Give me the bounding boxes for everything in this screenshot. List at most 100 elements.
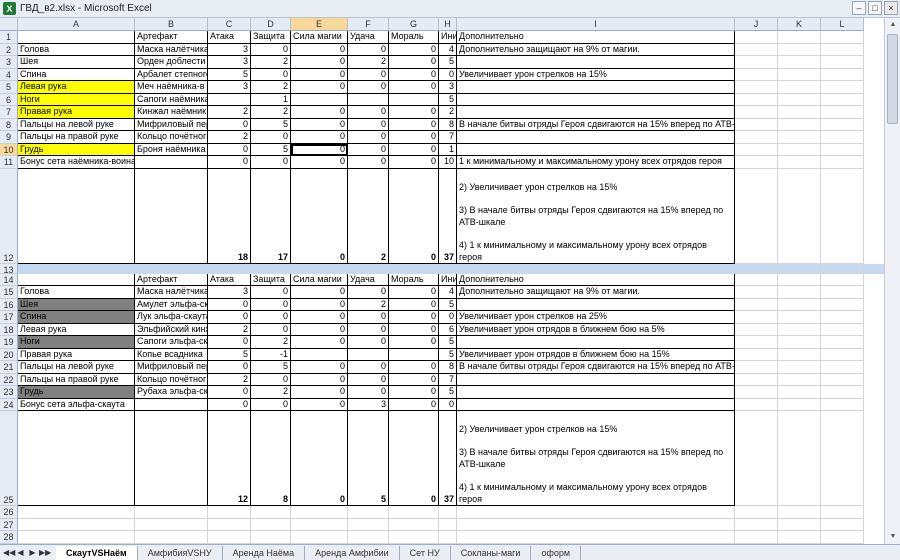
table-cell-e[interactable]: 0 — [291, 56, 348, 69]
scroll-up-icon[interactable]: ▲ — [885, 18, 900, 32]
total-cell-c[interactable]: 18 — [208, 168, 251, 264]
table-cell-i[interactable]: В начале битвы отряды Героя сдвигаются н… — [457, 118, 735, 131]
table-cell-a[interactable]: Грудь — [18, 143, 135, 156]
empty-cell[interactable] — [208, 518, 251, 531]
empty-cell[interactable] — [735, 68, 778, 81]
table-cell-c[interactable]: 2 — [208, 106, 251, 119]
table-cell-e[interactable]: 0 — [291, 118, 348, 131]
table-cell-e[interactable]: 0 — [291, 398, 348, 411]
empty-cell[interactable] — [251, 506, 291, 519]
table-cell-d[interactable]: 5 — [251, 143, 291, 156]
total-cell-a[interactable] — [18, 411, 135, 506]
empty-cell[interactable] — [389, 506, 439, 519]
sheet-tab[interactable]: Сокланы-маги — [451, 545, 532, 560]
total-cell-h[interactable]: 37 — [439, 168, 457, 264]
table-cell-g[interactable]: 0 — [389, 286, 439, 299]
table-cell-f[interactable]: 0 — [348, 386, 389, 399]
column-header-e[interactable]: E — [291, 18, 348, 31]
row-header-24[interactable]: 24 — [0, 398, 18, 411]
table-cell-f[interactable]: 0 — [348, 68, 389, 81]
table-cell-b[interactable]: Орден доблести — [135, 56, 208, 69]
table-cell-c[interactable]: 3 — [208, 81, 251, 94]
empty-cell[interactable] — [439, 531, 457, 544]
empty-cell[interactable] — [735, 273, 778, 286]
vertical-scrollbar[interactable]: ▲ ▼ — [884, 18, 900, 544]
section2-header-i[interactable]: Дополнительно — [457, 273, 735, 286]
table-cell-d[interactable]: -1 — [251, 348, 291, 361]
column-header-h[interactable]: H — [439, 18, 457, 31]
table-cell-d[interactable]: 2 — [251, 106, 291, 119]
table-cell-d[interactable]: 0 — [251, 156, 291, 169]
table-cell-a[interactable]: Бонус сета наёмника-воина — [18, 156, 135, 169]
table-cell-a[interactable]: Спина — [18, 68, 135, 81]
empty-cell[interactable] — [135, 506, 208, 519]
empty-cell[interactable] — [778, 531, 821, 544]
empty-cell[interactable] — [778, 286, 821, 299]
row-header-2[interactable]: 2 — [0, 43, 18, 56]
row-header-20[interactable]: 20 — [0, 348, 18, 361]
table-cell-g[interactable] — [389, 348, 439, 361]
empty-cell[interactable] — [348, 518, 389, 531]
table-cell-g[interactable]: 0 — [389, 336, 439, 349]
empty-cell[interactable] — [735, 386, 778, 399]
table-cell-f[interactable]: 2 — [348, 298, 389, 311]
table-cell-f[interactable]: 0 — [348, 118, 389, 131]
total-cell-f[interactable]: 2 — [348, 168, 389, 264]
table-cell-h[interactable]: 5 — [439, 348, 457, 361]
table-cell-i[interactable] — [457, 143, 735, 156]
section2-header-e[interactable]: Сила магии — [291, 273, 348, 286]
empty-cell[interactable] — [735, 506, 778, 519]
table-cell-b[interactable]: Сапоги эльфа-ска — [135, 336, 208, 349]
table-cell-e[interactable]: 0 — [291, 373, 348, 386]
empty-cell[interactable] — [735, 93, 778, 106]
row-header-19[interactable]: 19 — [0, 336, 18, 349]
scroll-down-icon[interactable]: ▼ — [885, 530, 900, 544]
table-cell-f[interactable]: 0 — [348, 106, 389, 119]
column-header-f[interactable]: F — [348, 18, 389, 31]
table-cell-b[interactable]: Броня наёмника — [135, 143, 208, 156]
empty-cell[interactable] — [778, 156, 821, 169]
empty-cell[interactable] — [251, 518, 291, 531]
row-header-7[interactable]: 7 — [0, 106, 18, 119]
table-cell-i[interactable] — [457, 298, 735, 311]
table-cell-b[interactable]: Маска налётчика — [135, 43, 208, 56]
empty-cell[interactable] — [291, 518, 348, 531]
table-cell-f[interactable] — [348, 93, 389, 106]
empty-cell[interactable] — [457, 531, 735, 544]
table-cell-b[interactable]: Маска налётчика — [135, 286, 208, 299]
table-cell-f[interactable]: 0 — [348, 81, 389, 94]
table-cell-c[interactable]: 5 — [208, 68, 251, 81]
empty-cell[interactable] — [821, 323, 864, 336]
table-cell-a[interactable]: Бонус сета эльфа-скаута — [18, 398, 135, 411]
table-cell-g[interactable]: 0 — [389, 68, 439, 81]
table-cell-g[interactable]: 0 — [389, 81, 439, 94]
table-cell-e[interactable]: 0 — [291, 336, 348, 349]
row-header-3[interactable]: 3 — [0, 56, 18, 69]
table-cell-g[interactable]: 0 — [389, 398, 439, 411]
table-cell-i[interactable] — [457, 93, 735, 106]
section1-header-a[interactable] — [18, 31, 135, 44]
empty-cell[interactable] — [778, 311, 821, 324]
empty-cell[interactable] — [457, 506, 735, 519]
total-cell-h[interactable]: 37 — [439, 411, 457, 506]
empty-cell[interactable] — [821, 273, 864, 286]
empty-cell[interactable] — [778, 398, 821, 411]
table-cell-c[interactable]: 0 — [208, 398, 251, 411]
table-cell-e[interactable]: 0 — [291, 43, 348, 56]
table-cell-a[interactable]: Шея — [18, 56, 135, 69]
empty-cell[interactable] — [735, 81, 778, 94]
empty-cell[interactable] — [735, 361, 778, 374]
table-cell-b[interactable]: Копье всадника — [135, 348, 208, 361]
column-header-a[interactable]: A — [18, 18, 135, 31]
section2-header-a[interactable] — [18, 273, 135, 286]
table-cell-e[interactable]: 0 — [291, 311, 348, 324]
table-cell-c[interactable]: 0 — [208, 386, 251, 399]
table-cell-e[interactable] — [291, 348, 348, 361]
section2-header-f[interactable]: Удача — [348, 273, 389, 286]
table-cell-c[interactable]: 2 — [208, 131, 251, 144]
table-cell-a[interactable]: Ноги — [18, 336, 135, 349]
table-cell-g[interactable]: 0 — [389, 118, 439, 131]
table-cell-b[interactable]: Амулет эльфа-ск — [135, 298, 208, 311]
empty-cell[interactable] — [735, 298, 778, 311]
total-cell-d[interactable]: 17 — [251, 168, 291, 264]
